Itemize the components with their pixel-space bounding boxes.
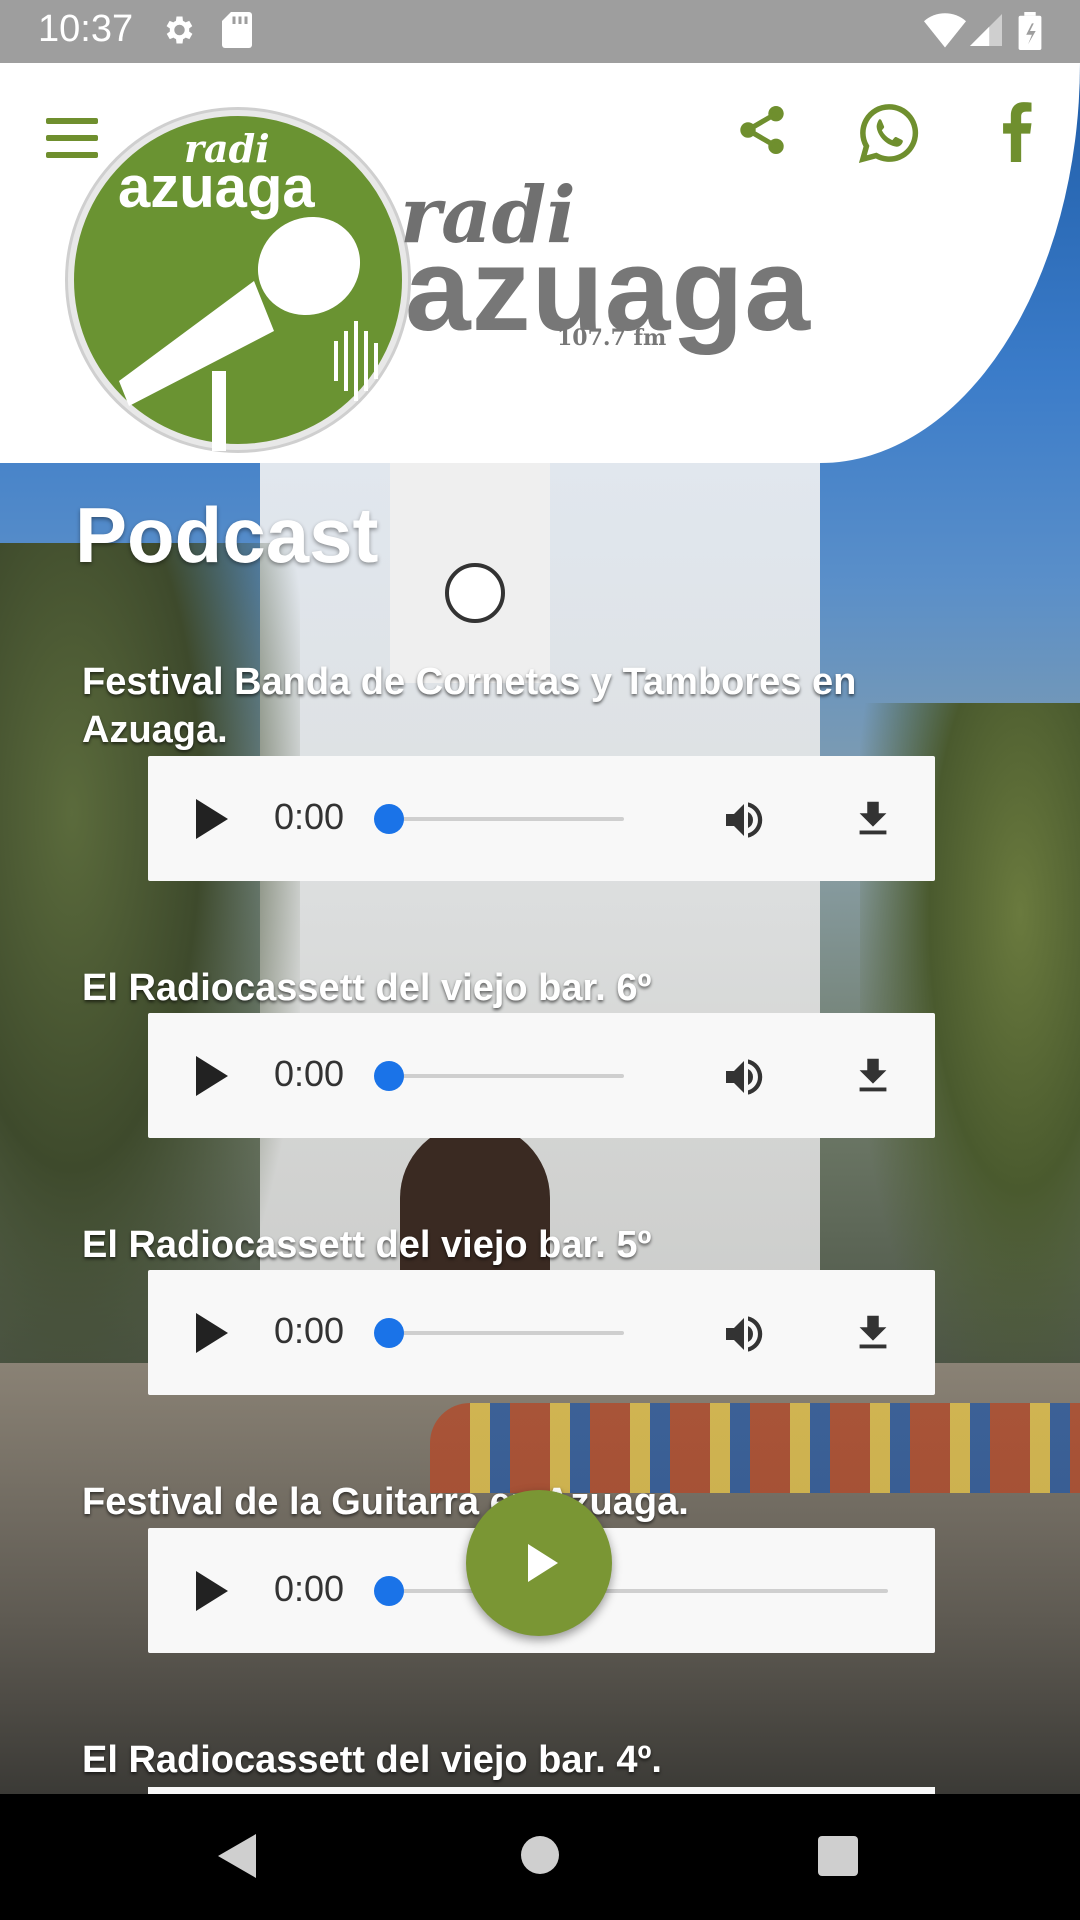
play-icon[interactable] [196, 1313, 228, 1353]
seek-thumb[interactable] [374, 1061, 404, 1091]
episode-title: El Radiocassett del viejo bar. 5º [82, 1224, 652, 1266]
seek-thumb[interactable] [374, 1576, 404, 1606]
download-icon[interactable] [850, 794, 896, 849]
seek-bar[interactable] [388, 1331, 624, 1335]
recent-apps-button[interactable] [818, 1836, 858, 1876]
menu-button[interactable] [46, 118, 98, 158]
seek-bar[interactable] [388, 817, 624, 821]
sd-card-icon [222, 12, 252, 53]
time-display: 0:00 [274, 1053, 345, 1094]
time-display: 0:00 [274, 1310, 345, 1351]
play-icon[interactable] [196, 799, 228, 839]
time-display: 0:00 [274, 1568, 345, 1609]
time-display: 0:00 [274, 796, 345, 837]
seek-thumb[interactable] [374, 1318, 404, 1348]
wifi-icon [924, 12, 966, 53]
download-icon[interactable] [850, 1051, 896, 1106]
episode-title: El Radiocassett del viejo bar. 4º. [82, 1739, 662, 1781]
logo-frequency: 107.7 fm [557, 325, 667, 351]
whatsapp-icon[interactable] [856, 100, 922, 171]
play-icon[interactable] [196, 1571, 228, 1611]
audio-player [148, 1787, 935, 1794]
audio-player: 0:00 [148, 756, 935, 881]
play-icon[interactable] [196, 1056, 228, 1096]
signal-icon [970, 12, 1002, 53]
volume-icon[interactable] [718, 1310, 770, 1363]
home-button[interactable] [521, 1836, 559, 1874]
play-icon [528, 1544, 558, 1582]
episode-title: Festival Banda de Cornetas y Tambores en… [82, 661, 857, 751]
live-radio-play-button[interactable] [466, 1490, 612, 1636]
menu-icon [46, 118, 98, 124]
status-bar: 10:37 [0, 0, 1080, 63]
volume-icon[interactable] [718, 1053, 770, 1106]
clock [445, 563, 505, 623]
facebook-icon[interactable] [996, 100, 1036, 167]
battery-icon [1018, 12, 1042, 55]
settings-icon [160, 12, 196, 53]
seek-bar[interactable] [388, 1074, 624, 1078]
download-icon[interactable] [850, 1308, 896, 1363]
volume-icon[interactable] [718, 796, 770, 849]
audio-player: 0:00 [148, 1013, 935, 1138]
audio-player: 0:00 [148, 1270, 935, 1395]
seek-thumb[interactable] [374, 804, 404, 834]
status-time: 10:37 [38, 8, 134, 50]
page-title: Podcast [75, 491, 379, 579]
radio-azuaga-logo: radi azuaga [68, 110, 408, 451]
episode-title: El Radiocassett del viejo bar. 6º [82, 967, 652, 1009]
seek-bar[interactable] [388, 1589, 888, 1593]
back-button[interactable] [218, 1834, 256, 1878]
system-nav-bar [0, 1794, 1080, 1920]
microphone-icon [119, 216, 378, 451]
share-icon[interactable] [734, 100, 790, 165]
